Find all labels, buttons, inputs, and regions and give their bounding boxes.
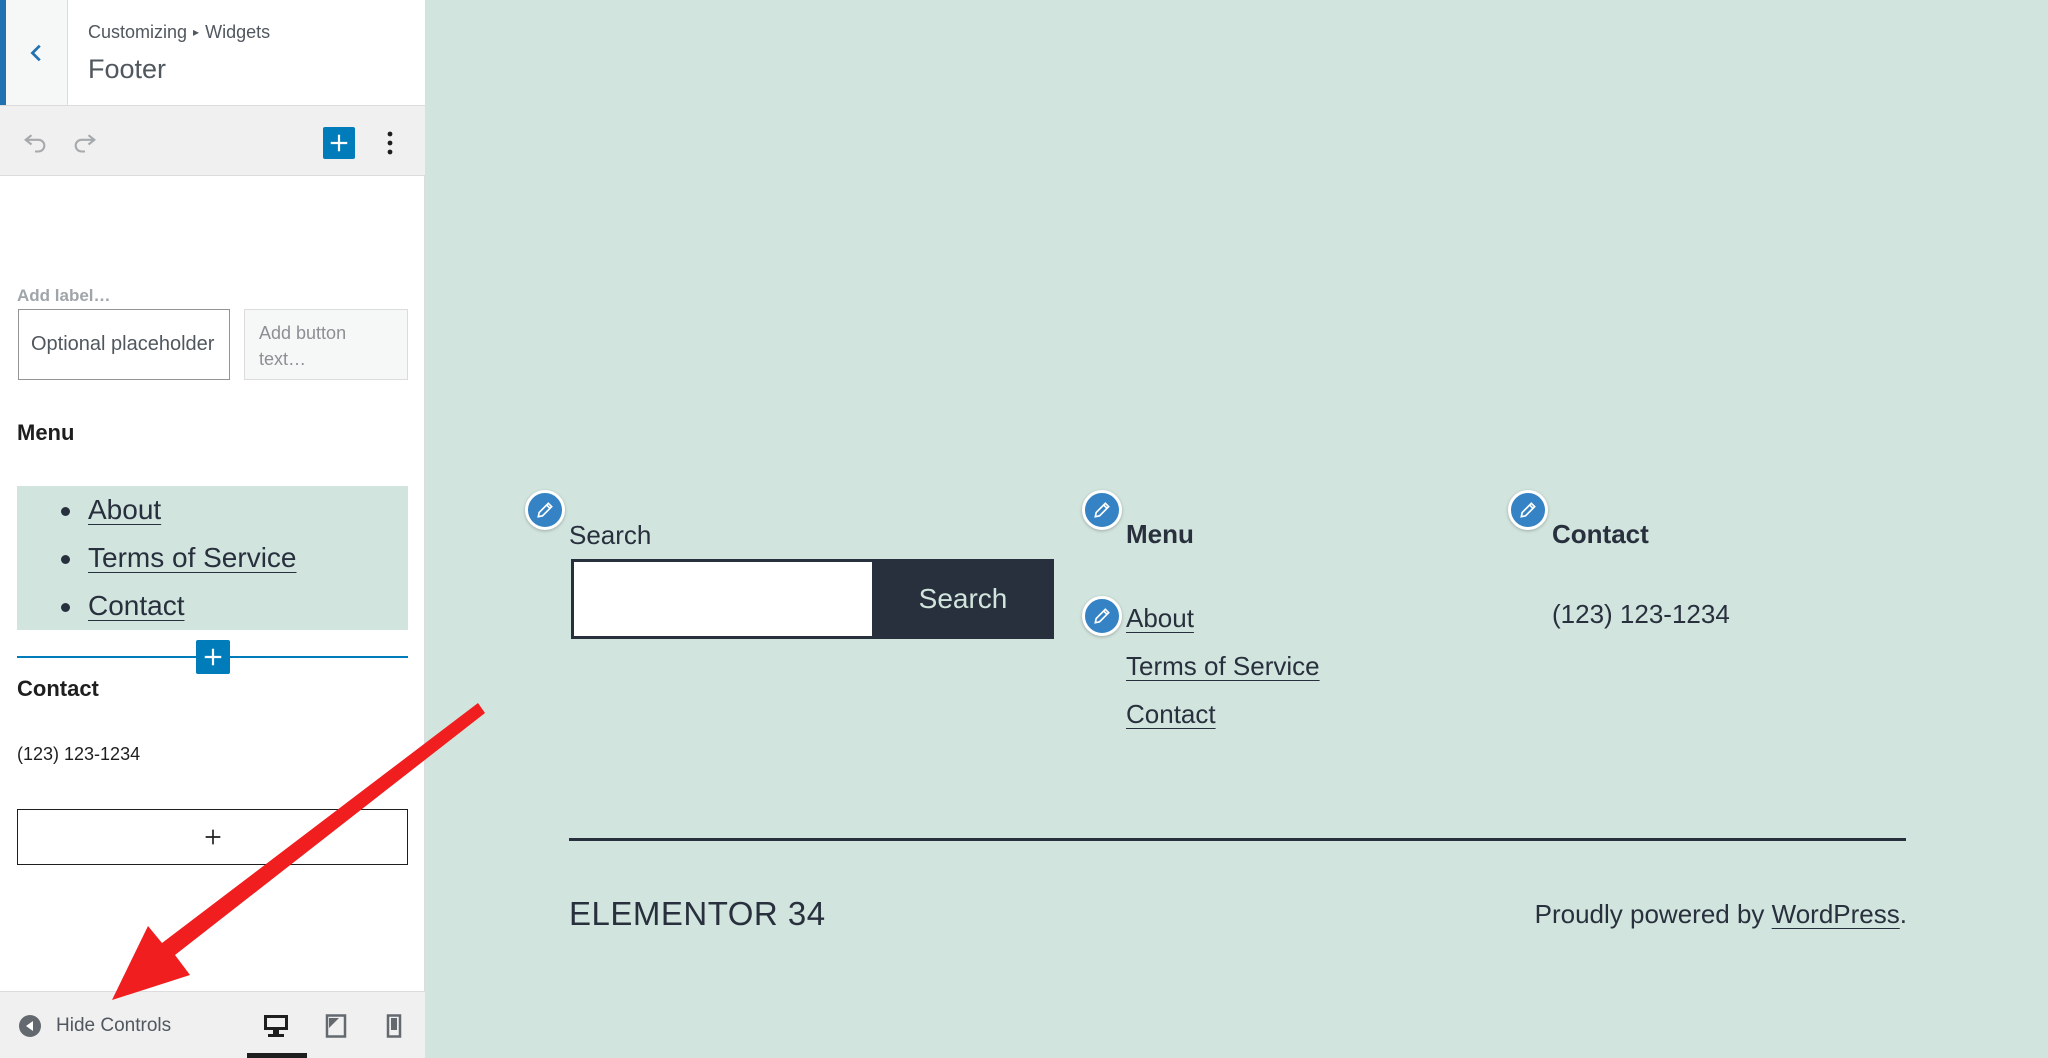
more-options-button[interactable] xyxy=(375,126,405,160)
preview-tablet-button[interactable] xyxy=(316,1006,356,1046)
preview-menu-link-terms[interactable]: Terms of Service xyxy=(1126,651,1320,682)
menu-block-list[interactable]: About Terms of Service Contact xyxy=(17,486,408,630)
menu-block-heading[interactable]: Menu xyxy=(17,420,74,446)
pencil-icon xyxy=(1520,502,1536,518)
block-toolbar xyxy=(0,106,425,176)
contact-block-phone[interactable]: (123) 123-1234 xyxy=(17,744,140,765)
preview-search-input[interactable] xyxy=(574,562,872,636)
plus-icon xyxy=(205,829,220,845)
powered-by-suffix: . xyxy=(1899,899,1907,929)
hide-controls-label: Hide Controls xyxy=(56,1015,172,1036)
undo-icon xyxy=(23,134,46,153)
widget-area-content: Add label… Add button text… Menu About T… xyxy=(0,176,425,991)
footer-divider xyxy=(569,838,1906,841)
desktop-icon xyxy=(264,1015,288,1037)
preview-search-button[interactable]: Search xyxy=(872,562,1054,636)
mobile-icon xyxy=(386,1014,402,1038)
powered-by-text: Proudly powered by WordPress. xyxy=(1535,899,1907,930)
preview-desktop-button[interactable] xyxy=(256,1006,296,1046)
breadcrumb-separator: ▸ xyxy=(193,25,200,39)
active-device-indicator xyxy=(247,1053,307,1058)
powered-by-prefix: Proudly powered by xyxy=(1534,899,1772,929)
edit-menu-widget-button[interactable] xyxy=(1082,596,1122,636)
breadcrumb: Customizing ▸ Widgets xyxy=(88,22,270,43)
search-block-input[interactable] xyxy=(18,309,230,380)
tablet-icon xyxy=(325,1014,347,1038)
sidebar-footer: Hide Controls xyxy=(0,991,425,1058)
breadcrumb-section: Widgets xyxy=(205,22,271,42)
edit-menu-heading-button[interactable] xyxy=(1082,490,1122,530)
add-block-button[interactable] xyxy=(323,127,355,159)
list-item[interactable]: Contact xyxy=(17,582,408,630)
pencil-icon xyxy=(1094,502,1110,518)
wordpress-link[interactable]: WordPress xyxy=(1772,899,1900,929)
undo-button[interactable] xyxy=(18,124,52,158)
list-item[interactable]: Terms of Service xyxy=(17,534,408,582)
vertical-ellipsis-icon xyxy=(387,131,393,155)
preview-contact-heading: Contact xyxy=(1552,519,1649,549)
site-preview: Search Search Menu About Terms of Servic… xyxy=(426,0,2048,1058)
preview-menu-heading: Menu xyxy=(1126,519,1194,549)
preview-mobile-button[interactable] xyxy=(374,1006,414,1046)
search-block-label-placeholder[interactable]: Add label… xyxy=(17,286,111,306)
pencil-icon xyxy=(537,502,553,518)
collapse-circle-icon xyxy=(19,1015,41,1037)
sidebar-header: Customizing ▸ Widgets Footer xyxy=(0,0,425,106)
customizer-sidebar: Customizing ▸ Widgets Footer Add label… Ad… xyxy=(0,0,425,1058)
contact-block-heading[interactable]: Contact xyxy=(17,676,99,702)
menu-link-about[interactable]: About xyxy=(88,494,161,525)
preview-search-label: Search xyxy=(569,520,652,550)
edit-search-widget-button[interactable] xyxy=(525,490,565,530)
preview-menu-link-about[interactable]: About xyxy=(1126,603,1194,634)
redo-icon xyxy=(74,134,97,153)
preview-search-form: Search xyxy=(571,559,1054,639)
panel-title: Footer xyxy=(88,54,167,84)
plus-icon xyxy=(330,134,348,152)
breadcrumb-root: Customizing xyxy=(88,22,188,42)
edit-contact-widget-button[interactable] xyxy=(1508,490,1548,530)
insert-block-button[interactable] xyxy=(196,640,230,674)
menu-link-contact[interactable]: Contact xyxy=(88,590,185,621)
add-block-appender-button[interactable] xyxy=(17,809,408,865)
search-block-button-text[interactable]: Add button text… xyxy=(244,309,408,380)
list-item[interactable]: About xyxy=(17,486,408,534)
menu-link-terms[interactable]: Terms of Service xyxy=(88,542,297,573)
hide-controls-button[interactable]: Hide Controls xyxy=(18,1014,171,1038)
pencil-icon xyxy=(1094,608,1110,624)
preview-contact-phone: (123) 123-1234 xyxy=(1552,599,1730,629)
chevron-left-icon xyxy=(29,44,41,61)
site-name[interactable]: ELEMENTOR 34 xyxy=(569,895,826,933)
plus-icon xyxy=(204,648,222,666)
back-button[interactable] xyxy=(0,0,68,105)
preview-menu-link-contact[interactable]: Contact xyxy=(1126,699,1216,730)
redo-button[interactable] xyxy=(68,124,102,158)
